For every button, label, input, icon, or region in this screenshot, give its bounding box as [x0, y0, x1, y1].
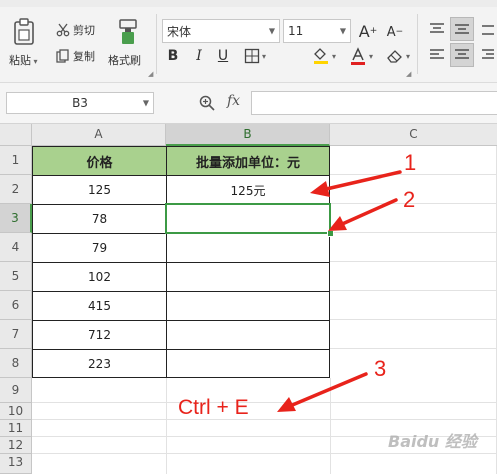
shortcut-annotation: Ctrl + E	[178, 396, 249, 419]
arrow-1	[310, 170, 402, 197]
annotation-number-2: 2	[403, 187, 416, 212]
baidu-watermark: Baidu 经验	[388, 432, 477, 451]
annotation-number-1: 1	[404, 150, 417, 175]
arrow-3	[277, 372, 368, 412]
annotation-number-3: 3	[374, 356, 387, 381]
arrow-2	[328, 198, 398, 231]
